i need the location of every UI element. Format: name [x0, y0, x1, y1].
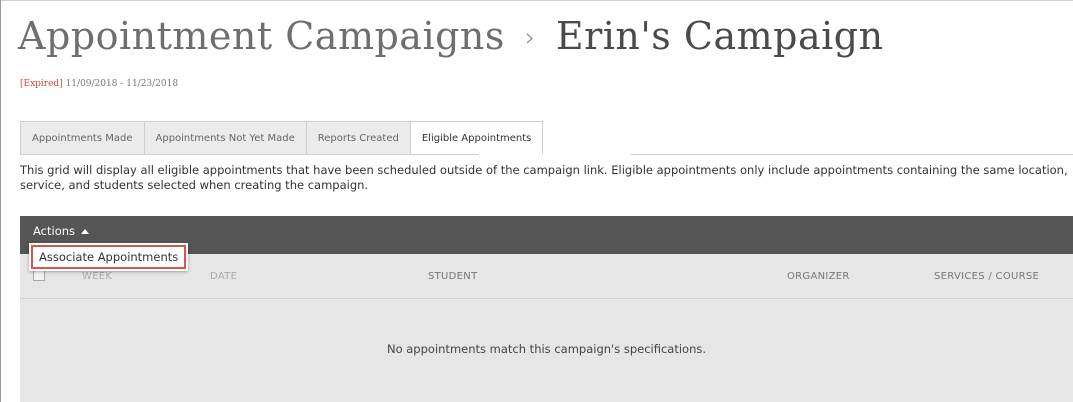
tab-reports-created[interactable]: Reports Created — [305, 121, 411, 154]
tab-appointments-made[interactable]: Appointments Made — [20, 121, 145, 154]
column-header-date[interactable]: DATE — [210, 254, 237, 298]
frame-left-border — [0, 0, 1, 402]
breadcrumb-current: Erin's Campaign — [555, 14, 884, 58]
tab-eligible-appointments[interactable]: Eligible Appointments — [409, 121, 544, 155]
empty-state-message: No appointments match this campaign's sp… — [386, 342, 707, 356]
page-title: Appointment Campaigns › Erin's Campaign — [18, 10, 884, 62]
column-header-student[interactable]: STUDENT — [428, 254, 477, 298]
campaign-date-range: 11/09/2018 - 11/23/2018 — [65, 79, 179, 89]
breadcrumb-separator-icon: › — [524, 23, 536, 53]
expired-status-badge: [Expired] — [20, 79, 63, 89]
column-header-services-course[interactable]: SERVICES / COURSE — [934, 254, 1039, 298]
breadcrumb-parent-link[interactable]: Appointment Campaigns — [18, 14, 505, 58]
actions-button[interactable]: Actions — [33, 216, 90, 246]
actions-dropdown-menu: Associate Appointments — [29, 243, 189, 271]
campaign-tabs: Appointments Made Appointments Not Yet M… — [20, 121, 544, 155]
campaign-dates: [Expired] 11/09/2018 - 11/23/2018 — [20, 79, 178, 89]
column-header-organizer[interactable]: ORGANIZER — [787, 254, 850, 298]
frame-top-border — [0, 0, 1073, 1]
tab-appointments-not-yet-made[interactable]: Appointments Not Yet Made — [143, 121, 307, 154]
caret-up-icon — [81, 228, 90, 234]
active-tab-gap — [479, 154, 631, 155]
grid-description: This grid will display all eligible appo… — [20, 163, 1068, 192]
associate-appointments-menu-item[interactable]: Associate Appointments — [31, 245, 187, 269]
actions-button-label: Actions — [33, 224, 76, 238]
